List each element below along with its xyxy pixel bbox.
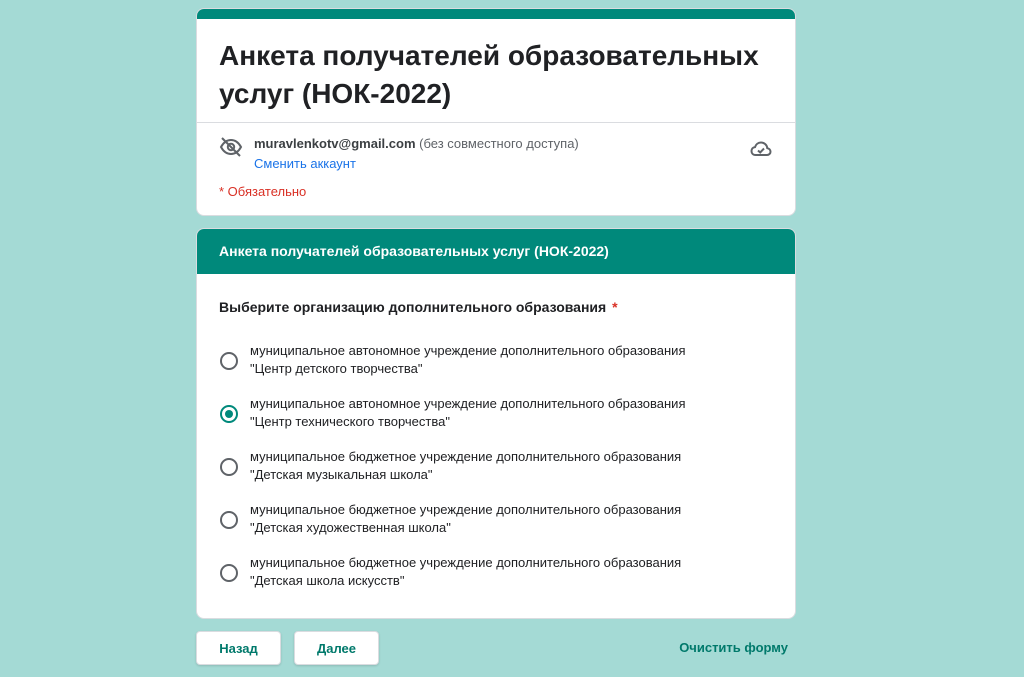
- option-line-2: "Центр детского творчества": [250, 361, 423, 376]
- eye-off-icon: [219, 137, 243, 157]
- option-line-1: муниципальное бюджетное учреждение допол…: [250, 555, 682, 570]
- question-label: Выберите организацию дополнительного обр…: [219, 299, 618, 315]
- option-label: муниципальное бюджетное учреждение допол…: [250, 448, 681, 484]
- radio-button[interactable]: [220, 564, 238, 582]
- clear-form-button[interactable]: Очистить форму: [679, 640, 788, 655]
- option-label: муниципальное бюджетное учреждение допол…: [250, 554, 681, 590]
- option-line-2: "Детская музыкальная школа": [250, 467, 433, 482]
- radio-option-5[interactable]: муниципальное бюджетное учреждение допол…: [217, 554, 775, 607]
- option-line-1: муниципальное бюджетное учреждение допол…: [250, 449, 682, 464]
- header-accent-bar: [197, 9, 795, 19]
- account-sharing-status: (без совместного доступа): [419, 136, 579, 151]
- account-row: muravlenkotv@gmail.com (без совместного …: [219, 135, 773, 175]
- radio-option-4[interactable]: муниципальное бюджетное учреждение допол…: [217, 501, 775, 554]
- radio-options: муниципальное автономное учреждение допо…: [217, 342, 775, 607]
- required-note: * Обязательно: [219, 184, 307, 199]
- option-line-1: муниципальное бюджетное учреждение допол…: [250, 502, 682, 517]
- radio-option-3[interactable]: муниципальное бюджетное учреждение допол…: [217, 448, 775, 501]
- option-line-2: "Детская школа искусств": [250, 573, 405, 588]
- option-line-2: "Центр технического творчества": [250, 414, 450, 429]
- option-line-1: муниципальное автономное учреждение допо…: [250, 343, 686, 358]
- account-email: muravlenkotv@gmail.com: [254, 136, 416, 151]
- form-header-card: Анкета получателей образовательных услуг…: [196, 8, 796, 216]
- radio-option-2[interactable]: муниципальное автономное учреждение допо…: [217, 395, 775, 448]
- option-label: муниципальное бюджетное учреждение допол…: [250, 501, 681, 537]
- option-label: муниципальное автономное учреждение допо…: [250, 342, 685, 378]
- section-title: Анкета получателей образовательных услуг…: [197, 229, 795, 274]
- switch-account-link[interactable]: Сменить аккаунт: [254, 155, 579, 173]
- option-line-2: "Детская художественная школа": [250, 520, 451, 535]
- back-button[interactable]: Назад: [196, 631, 281, 665]
- radio-option-1[interactable]: муниципальное автономное учреждение допо…: [217, 342, 775, 395]
- form-title: Анкета получателей образовательных услуг…: [219, 40, 759, 109]
- radio-button-selected[interactable]: [220, 405, 238, 423]
- header-divider: [197, 122, 795, 123]
- account-info: muravlenkotv@gmail.com (без совместного …: [254, 135, 579, 173]
- question-text: Выберите организацию дополнительного обр…: [219, 299, 607, 315]
- option-line-1: муниципальное автономное учреждение допо…: [250, 396, 686, 411]
- question-card: Анкета получателей образовательных услуг…: [196, 228, 796, 619]
- required-asterisk: *: [612, 299, 618, 315]
- radio-button[interactable]: [220, 458, 238, 476]
- next-button[interactable]: Далее: [294, 631, 379, 665]
- cloud-check-icon[interactable]: [749, 137, 773, 161]
- radio-button[interactable]: [220, 511, 238, 529]
- radio-button[interactable]: [220, 352, 238, 370]
- option-label: муниципальное автономное учреждение допо…: [250, 395, 685, 431]
